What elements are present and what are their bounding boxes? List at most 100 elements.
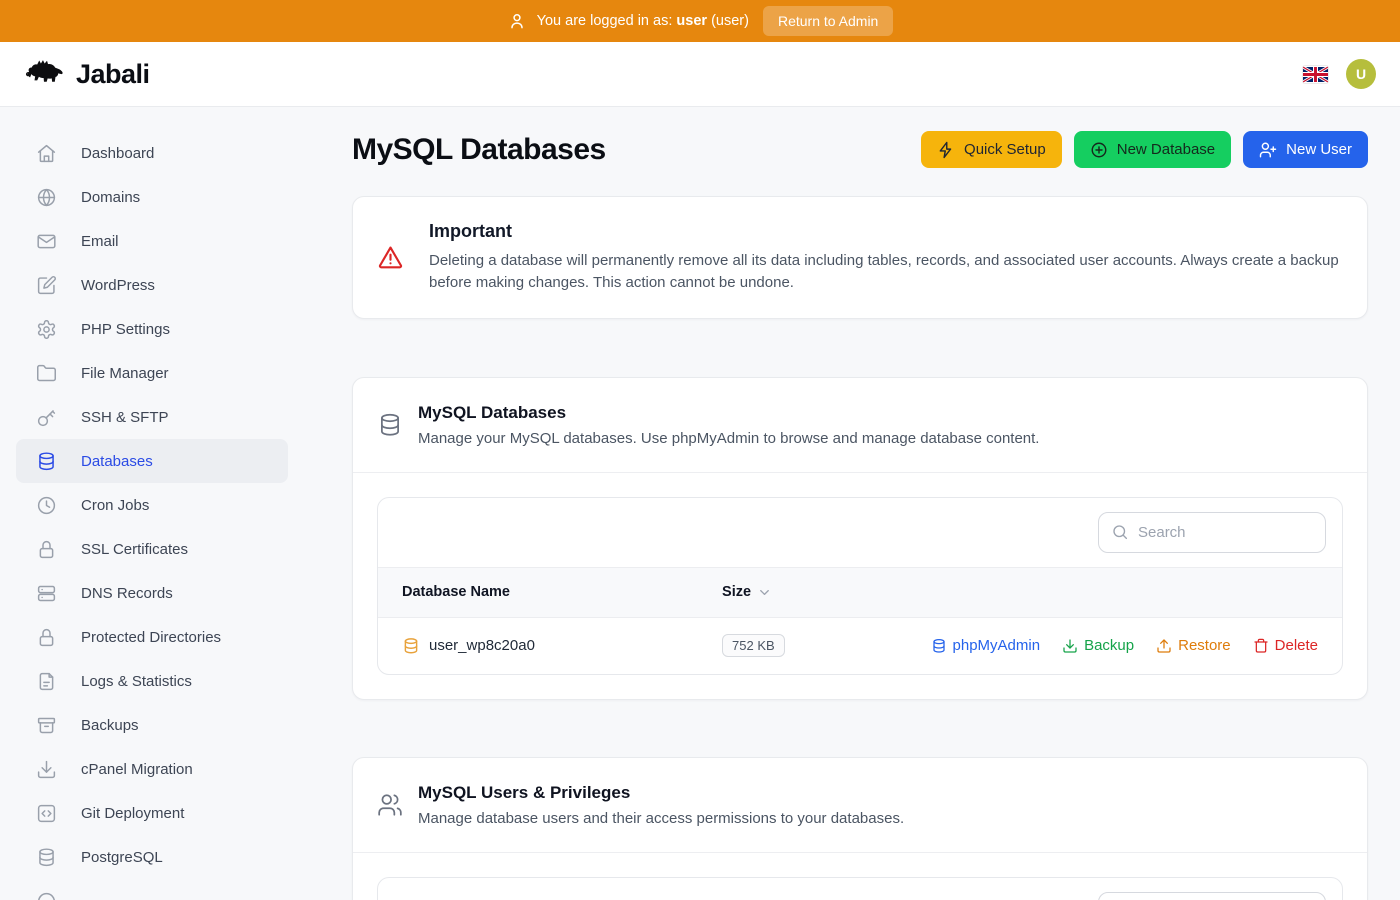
sidebar-item-logs-statistics[interactable]: Logs & Statistics (16, 659, 288, 703)
brand-name: Jabali (76, 59, 150, 90)
page-title: MySQL Databases (352, 133, 606, 167)
sidebar-item-protected-directories[interactable]: Protected Directories (16, 615, 288, 659)
databases-search[interactable] (1098, 512, 1326, 553)
sidebar-item-git-deployment[interactable]: Git Deployment (16, 791, 288, 835)
archive-icon (36, 715, 57, 736)
quick-setup-button[interactable]: Quick Setup (921, 131, 1062, 168)
return-to-admin-button[interactable]: Return to Admin (763, 6, 893, 36)
new-database-button[interactable]: New Database (1074, 131, 1231, 168)
sidebar-item-label: PostgreSQL (81, 849, 163, 866)
gear-icon (36, 319, 57, 340)
new-user-button[interactable]: New User (1243, 131, 1368, 168)
important-notice: Important Deleting a database will perma… (352, 196, 1368, 319)
brand-logo[interactable]: Jabali (24, 56, 150, 92)
notice-body: Deleting a database will permanently rem… (429, 250, 1343, 294)
section-title: MySQL Users & Privileges (418, 783, 904, 803)
lock-icon (36, 627, 57, 648)
warning-icon (377, 244, 404, 271)
sidebar-item-label: Databases (81, 453, 153, 470)
database-icon (402, 637, 420, 655)
sidebar: Dashboard Domains Email WordPress PHP Se… (0, 107, 304, 900)
sidebar-item-postgresql[interactable]: PostgreSQL (16, 835, 288, 879)
sidebar-item-label: WordPress (81, 277, 155, 294)
impersonation-bar: You are logged in as: user (user) Return… (0, 0, 1400, 42)
users-search[interactable] (1098, 892, 1326, 900)
users-table-panel: User Database Privileges (377, 877, 1343, 900)
sidebar-item-label: Email (81, 233, 119, 250)
clock-icon (36, 495, 57, 516)
database-name-cell: user_wp8c20a0 (402, 637, 674, 655)
lock-icon (36, 539, 57, 560)
sidebar-item-label: SSL Certificates (81, 541, 188, 558)
logged-in-as: You are logged in as: user (user) (507, 11, 749, 31)
database-icon (931, 638, 947, 654)
sidebar-item-databases[interactable]: Databases (16, 439, 288, 483)
column-header-database-name: Database Name (378, 567, 698, 617)
user-avatar[interactable]: U (1346, 59, 1376, 89)
sidebar-item-label: Dashboard (81, 145, 154, 162)
mysql-users-section: MySQL Users & Privileges Manage database… (352, 757, 1368, 900)
logged-in-prefix: You are logged in as: (537, 13, 673, 29)
sidebar-item-cron-jobs[interactable]: Cron Jobs (16, 483, 288, 527)
sidebar-item-label: Protected Directories (81, 629, 221, 646)
sidebar-item-label: cPanel Migration (81, 761, 193, 778)
notice-title: Important (429, 221, 1343, 242)
search-icon (1111, 523, 1129, 541)
sidebar-item-label: Logs & Statistics (81, 673, 192, 690)
logged-in-username: user (676, 13, 707, 29)
database-icon (36, 847, 57, 868)
sidebar-item-label: Domains (81, 189, 140, 206)
sidebar-item-dashboard[interactable]: Dashboard (16, 131, 288, 175)
main-content: MySQL Databases Quick Setup New Database… (304, 107, 1400, 900)
boar-logo-icon (24, 56, 68, 92)
key-icon (36, 407, 57, 428)
mail-icon (36, 231, 57, 252)
sidebar-item-label: File Manager (81, 365, 169, 382)
upload-icon (1156, 638, 1172, 654)
databases-table-panel: Database Name Size (377, 497, 1343, 676)
sidebar-item-label: Cron Jobs (81, 497, 149, 514)
mysql-databases-section: MySQL Databases Manage your MySQL databa… (352, 377, 1368, 701)
sidebar-item-ssl-certificates[interactable]: SSL Certificates (16, 527, 288, 571)
size-badge: 752 KB (722, 634, 785, 657)
sidebar-item-backups[interactable]: Backups (16, 703, 288, 747)
column-header-actions (907, 567, 1342, 617)
bolt-icon (937, 141, 955, 159)
circle-icon (36, 891, 57, 900)
edit-icon (36, 275, 57, 296)
chevron-down-icon (757, 585, 772, 600)
sidebar-item-file-manager[interactable]: File Manager (16, 351, 288, 395)
logged-in-role: (user) (711, 13, 749, 29)
sidebar-item-wordpress[interactable]: WordPress (16, 263, 288, 307)
home-icon (36, 143, 57, 164)
sidebar-item-label: Backups (81, 717, 139, 734)
delete-button[interactable]: Delete (1253, 637, 1318, 654)
user-plus-icon (1259, 141, 1277, 159)
sidebar-item-dns-records[interactable]: DNS Records (16, 571, 288, 615)
backup-button[interactable]: Backup (1062, 637, 1134, 654)
sidebar-item-email[interactable]: Email (16, 219, 288, 263)
sidebar-item-cpanel-migration[interactable]: cPanel Migration (16, 747, 288, 791)
sidebar-item-ssh-sftp[interactable]: SSH & SFTP (16, 395, 288, 439)
sidebar-item-php-settings[interactable]: PHP Settings (16, 307, 288, 351)
download-icon (36, 759, 57, 780)
databases-search-input[interactable] (1138, 524, 1313, 541)
globe-icon (36, 187, 57, 208)
server-icon (36, 583, 57, 604)
uk-flag-icon (1303, 66, 1328, 83)
column-header-size[interactable]: Size (698, 567, 906, 617)
app-header: Jabali U (0, 42, 1400, 107)
users-icon (377, 792, 403, 818)
sidebar-item-partial[interactable] (16, 879, 288, 900)
phpmyadmin-link[interactable]: phpMyAdmin (931, 637, 1041, 654)
section-title: MySQL Databases (418, 403, 1039, 423)
download-icon (1062, 638, 1078, 654)
sidebar-item-domains[interactable]: Domains (16, 175, 288, 219)
user-icon (507, 11, 527, 31)
file-text-icon (36, 671, 57, 692)
database-icon (36, 451, 57, 472)
database-icon (377, 412, 403, 438)
language-flag-icon[interactable] (1303, 66, 1328, 83)
restore-button[interactable]: Restore (1156, 637, 1231, 654)
trash-icon (1253, 638, 1269, 654)
